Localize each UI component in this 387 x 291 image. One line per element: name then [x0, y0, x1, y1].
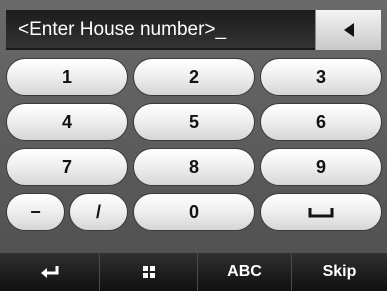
skip-button[interactable]: Skip	[292, 253, 387, 291]
backspace-triangle-icon	[343, 23, 354, 37]
key-7[interactable]: 7	[6, 148, 128, 186]
key-5[interactable]: 5	[133, 103, 255, 141]
house-number-entry-screen: <Enter House number>_ 1 2 3 4 5 6 7 8 9 …	[0, 0, 387, 291]
abc-button[interactable]: ABC	[198, 253, 292, 291]
grid-icon	[142, 266, 155, 278]
return-arrow-icon	[40, 266, 58, 278]
key-2[interactable]: 2	[133, 58, 255, 96]
bottom-toolbar: ABC Skip	[0, 253, 387, 291]
key-6[interactable]: 6	[260, 103, 382, 141]
backspace-button[interactable]	[315, 10, 381, 50]
key-slash[interactable]: /	[69, 193, 128, 231]
key-0[interactable]: 0	[133, 193, 255, 231]
key-minus[interactable]: −	[6, 193, 65, 231]
space-bar-icon	[308, 208, 334, 218]
key-9[interactable]: 9	[260, 148, 382, 186]
house-number-input[interactable]: <Enter House number>_	[6, 10, 315, 48]
key-space[interactable]	[260, 193, 382, 231]
back-button[interactable]	[0, 253, 100, 291]
key-4[interactable]: 4	[6, 103, 128, 141]
key-3[interactable]: 3	[260, 58, 382, 96]
grid-button[interactable]	[100, 253, 198, 291]
key-8[interactable]: 8	[133, 148, 255, 186]
key-1[interactable]: 1	[6, 58, 128, 96]
input-bar: <Enter House number>_	[6, 10, 381, 50]
